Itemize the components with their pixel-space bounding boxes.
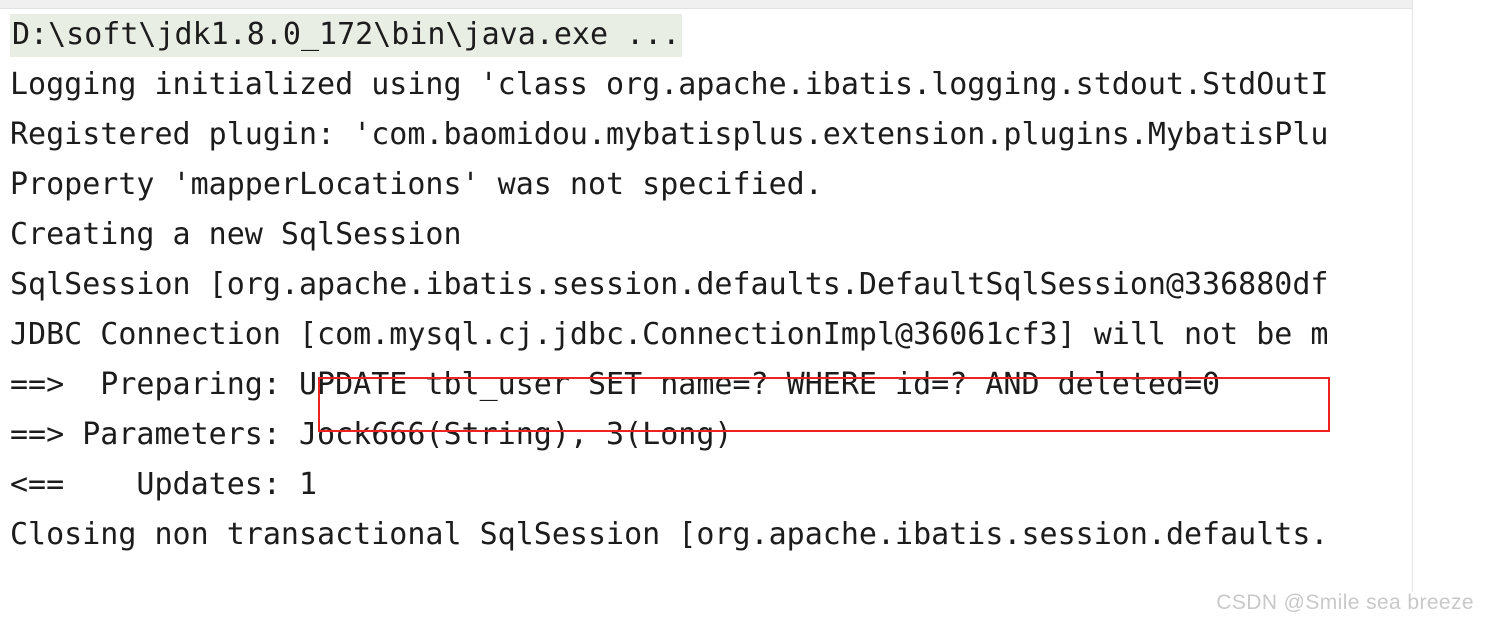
log-line-sqlsession-instance: SqlSession [org.apache.ibatis.session.de… — [0, 260, 1412, 310]
log-line-command: D:\soft\jdk1.8.0_172\bin\java.exe ... — [0, 10, 1412, 60]
console-window: D:\soft\jdk1.8.0_172\bin\java.exe ... Lo… — [0, 0, 1488, 622]
log-line-registered-plugin: Registered plugin: 'com.baomidou.mybatis… — [0, 110, 1412, 160]
log-line-text: ==> Preparing: UPDATE tbl_user SET name=… — [10, 367, 1221, 402]
watermark-text: CSDN @Smile sea breeze — [1216, 591, 1474, 614]
log-line-text: SqlSession [org.apache.ibatis.session.de… — [10, 267, 1329, 302]
log-line-parameters: ==> Parameters: Jock666(String), 3(Long) — [0, 410, 1412, 460]
log-line-updates: <== Updates: 1 — [0, 460, 1412, 510]
log-line-text: Closing non transactional SqlSession [or… — [10, 517, 1329, 552]
log-line-text: Registered plugin: 'com.baomidou.mybatis… — [10, 117, 1329, 152]
log-line-text: Creating a new SqlSession — [10, 217, 462, 252]
console-pane-right-border — [1412, 0, 1413, 592]
log-line-logging-initialized: Logging initialized using 'class org.apa… — [0, 60, 1412, 110]
log-line-text: <== Updates: 1 — [10, 467, 318, 502]
log-line-text: JDBC Connection [com.mysql.cj.jdbc.Conne… — [10, 317, 1329, 352]
log-line-jdbc-connection: JDBC Connection [com.mysql.cj.jdbc.Conne… — [0, 310, 1412, 360]
log-line-text: Property 'mapperLocations' was not speci… — [10, 167, 823, 202]
console-log-output[interactable]: D:\soft\jdk1.8.0_172\bin\java.exe ... Lo… — [0, 10, 1412, 592]
log-line-text: D:\soft\jdk1.8.0_172\bin\java.exe ... — [10, 14, 683, 57]
log-line-text: ==> Parameters: Jock666(String), 3(Long) — [10, 417, 733, 452]
log-line-creating-sqlsession: Creating a new SqlSession — [0, 210, 1412, 260]
console-toolbar-strip — [0, 0, 1413, 9]
log-line-preparing: ==> Preparing: UPDATE tbl_user SET name=… — [0, 360, 1412, 410]
log-line-mapper-locations: Property 'mapperLocations' was not speci… — [0, 160, 1412, 210]
log-line-text: Logging initialized using 'class org.apa… — [10, 67, 1329, 102]
log-line-closing-sqlsession: Closing non transactional SqlSession [or… — [0, 510, 1412, 560]
